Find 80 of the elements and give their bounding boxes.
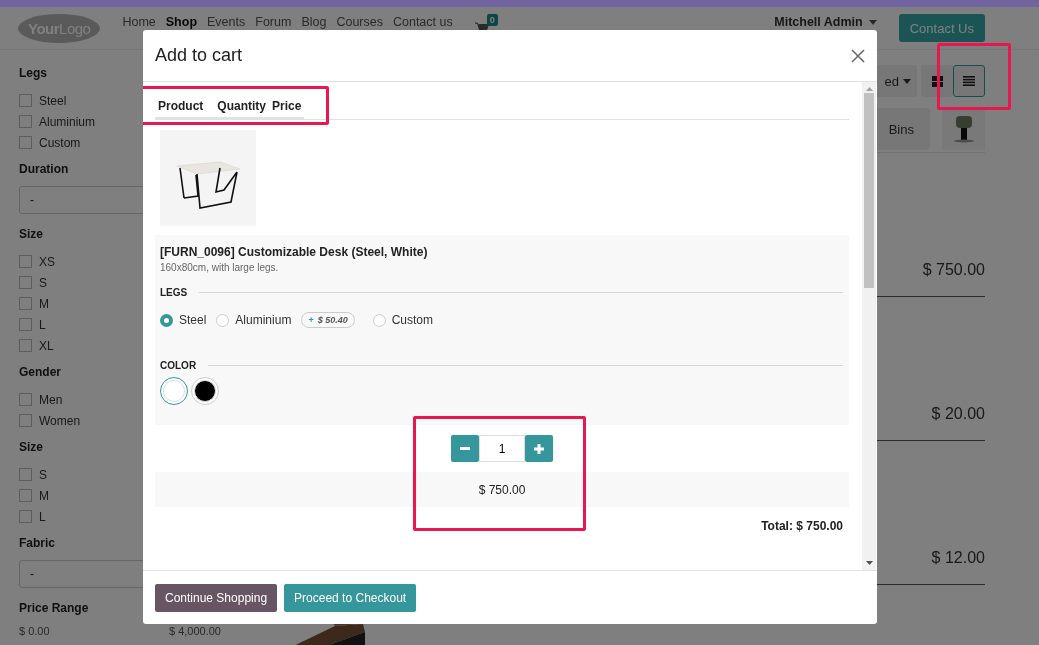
- checkbox-label: L: [39, 317, 46, 332]
- checkbox-label: Men: [39, 392, 63, 407]
- checkbox[interactable]: [19, 414, 32, 427]
- checkbox[interactable]: [19, 393, 32, 406]
- menu-link[interactable]: Home: [122, 15, 156, 29]
- radio-button[interactable]: [372, 313, 386, 327]
- range-max: $ 4,000.00: [169, 625, 221, 637]
- line-price: $ 750.00: [478, 482, 526, 497]
- checkbox[interactable]: [19, 468, 32, 481]
- plus-icon: [534, 443, 544, 454]
- product-price: $ 750.00: [922, 261, 985, 279]
- checkbox[interactable]: [19, 276, 32, 289]
- caret-icon: [868, 20, 877, 25]
- attribute-title: COLOR: [160, 360, 197, 371]
- contact-button[interactable]: Contact Us: [898, 14, 985, 42]
- checkbox-label: M: [39, 296, 49, 311]
- filter-title: Fabric: [19, 536, 56, 550]
- option-label: Aluminium: [235, 313, 292, 327]
- checkbox-label: XS: [39, 254, 55, 269]
- checkbox-label: S: [39, 467, 47, 482]
- checkbox-label: M: [39, 488, 49, 503]
- quantity-field[interactable]: 1: [479, 435, 525, 462]
- product-price: $ 12.00: [931, 549, 985, 567]
- checkbox-label: Custom: [39, 135, 81, 150]
- attribute-title: LEGS: [160, 287, 188, 298]
- modal-title: Add to cart: [155, 45, 243, 66]
- product-name: [FURN_0096] Customizable Desk (Steel, White): [160, 245, 429, 259]
- grid-icon: [931, 75, 943, 87]
- filter-title: Duration: [19, 162, 70, 176]
- menu-link[interactable]: Courses: [336, 15, 383, 29]
- caret-icon: [903, 78, 911, 84]
- option-label: Steel: [179, 313, 207, 327]
- continue-button[interactable]: Continue Shopping: [155, 583, 278, 612]
- range-min: $ 0.00: [19, 625, 50, 637]
- filter-title: Price Range: [19, 601, 90, 615]
- filter-title: Size: [19, 440, 44, 454]
- list-icon: [963, 76, 975, 86]
- cart-count: 0: [486, 14, 498, 26]
- menu-link[interactable]: Forum: [255, 15, 292, 29]
- user-menu[interactable]: Mitchell Admin: [774, 15, 863, 29]
- checkbox[interactable]: [19, 255, 32, 268]
- down-arrow-icon[interactable]: [865, 561, 873, 565]
- menu-link[interactable]: Events: [207, 15, 246, 29]
- option-label: Custom: [391, 313, 433, 327]
- filter-title: Legs: [19, 66, 48, 80]
- checkbox[interactable]: [19, 489, 32, 502]
- close-button[interactable]: [851, 48, 865, 63]
- checkbox[interactable]: [19, 297, 32, 310]
- radio-button[interactable]: [216, 313, 230, 327]
- scrollbar[interactable]: [862, 82, 876, 570]
- checkbox-label: XL: [39, 338, 54, 353]
- menu-link[interactable]: Blog: [301, 15, 327, 29]
- column-header: Product: [157, 99, 205, 113]
- checkbox-label: Aluminium: [39, 114, 95, 129]
- checkbox-label: Steel: [39, 93, 67, 108]
- checkbox[interactable]: [19, 115, 32, 128]
- total-price: Total: $ 750.00: [761, 519, 843, 533]
- minus-icon: [460, 447, 470, 450]
- checkbox-label: S: [39, 275, 47, 290]
- checkbox-label: L: [39, 509, 46, 524]
- filter-title: Size: [19, 227, 44, 241]
- column-header: Quantity: [216, 99, 267, 113]
- menu-link[interactable]: Shop: [165, 15, 198, 29]
- close-icon: [851, 48, 865, 63]
- checkbox[interactable]: [19, 136, 32, 149]
- view-toggle[interactable]: [953, 65, 985, 97]
- product-description: 160x80cm, with large legs.: [160, 262, 280, 273]
- increase-button[interactable]: [525, 435, 553, 462]
- column-header: Price: [271, 99, 303, 113]
- decrease-button[interactable]: [451, 435, 479, 462]
- product-price: $ 20.00: [931, 405, 985, 423]
- checkbox[interactable]: [19, 318, 32, 331]
- menu-link[interactable]: Contact us: [392, 15, 453, 29]
- up-arrow-icon[interactable]: [865, 87, 873, 91]
- checkbox[interactable]: [19, 510, 32, 523]
- checkout-button[interactable]: Proceed to Checkout: [284, 583, 417, 612]
- radio-button[interactable]: [160, 313, 173, 327]
- checkbox[interactable]: [19, 339, 32, 352]
- checkbox-label: Women: [39, 413, 81, 428]
- checkbox[interactable]: [19, 94, 32, 107]
